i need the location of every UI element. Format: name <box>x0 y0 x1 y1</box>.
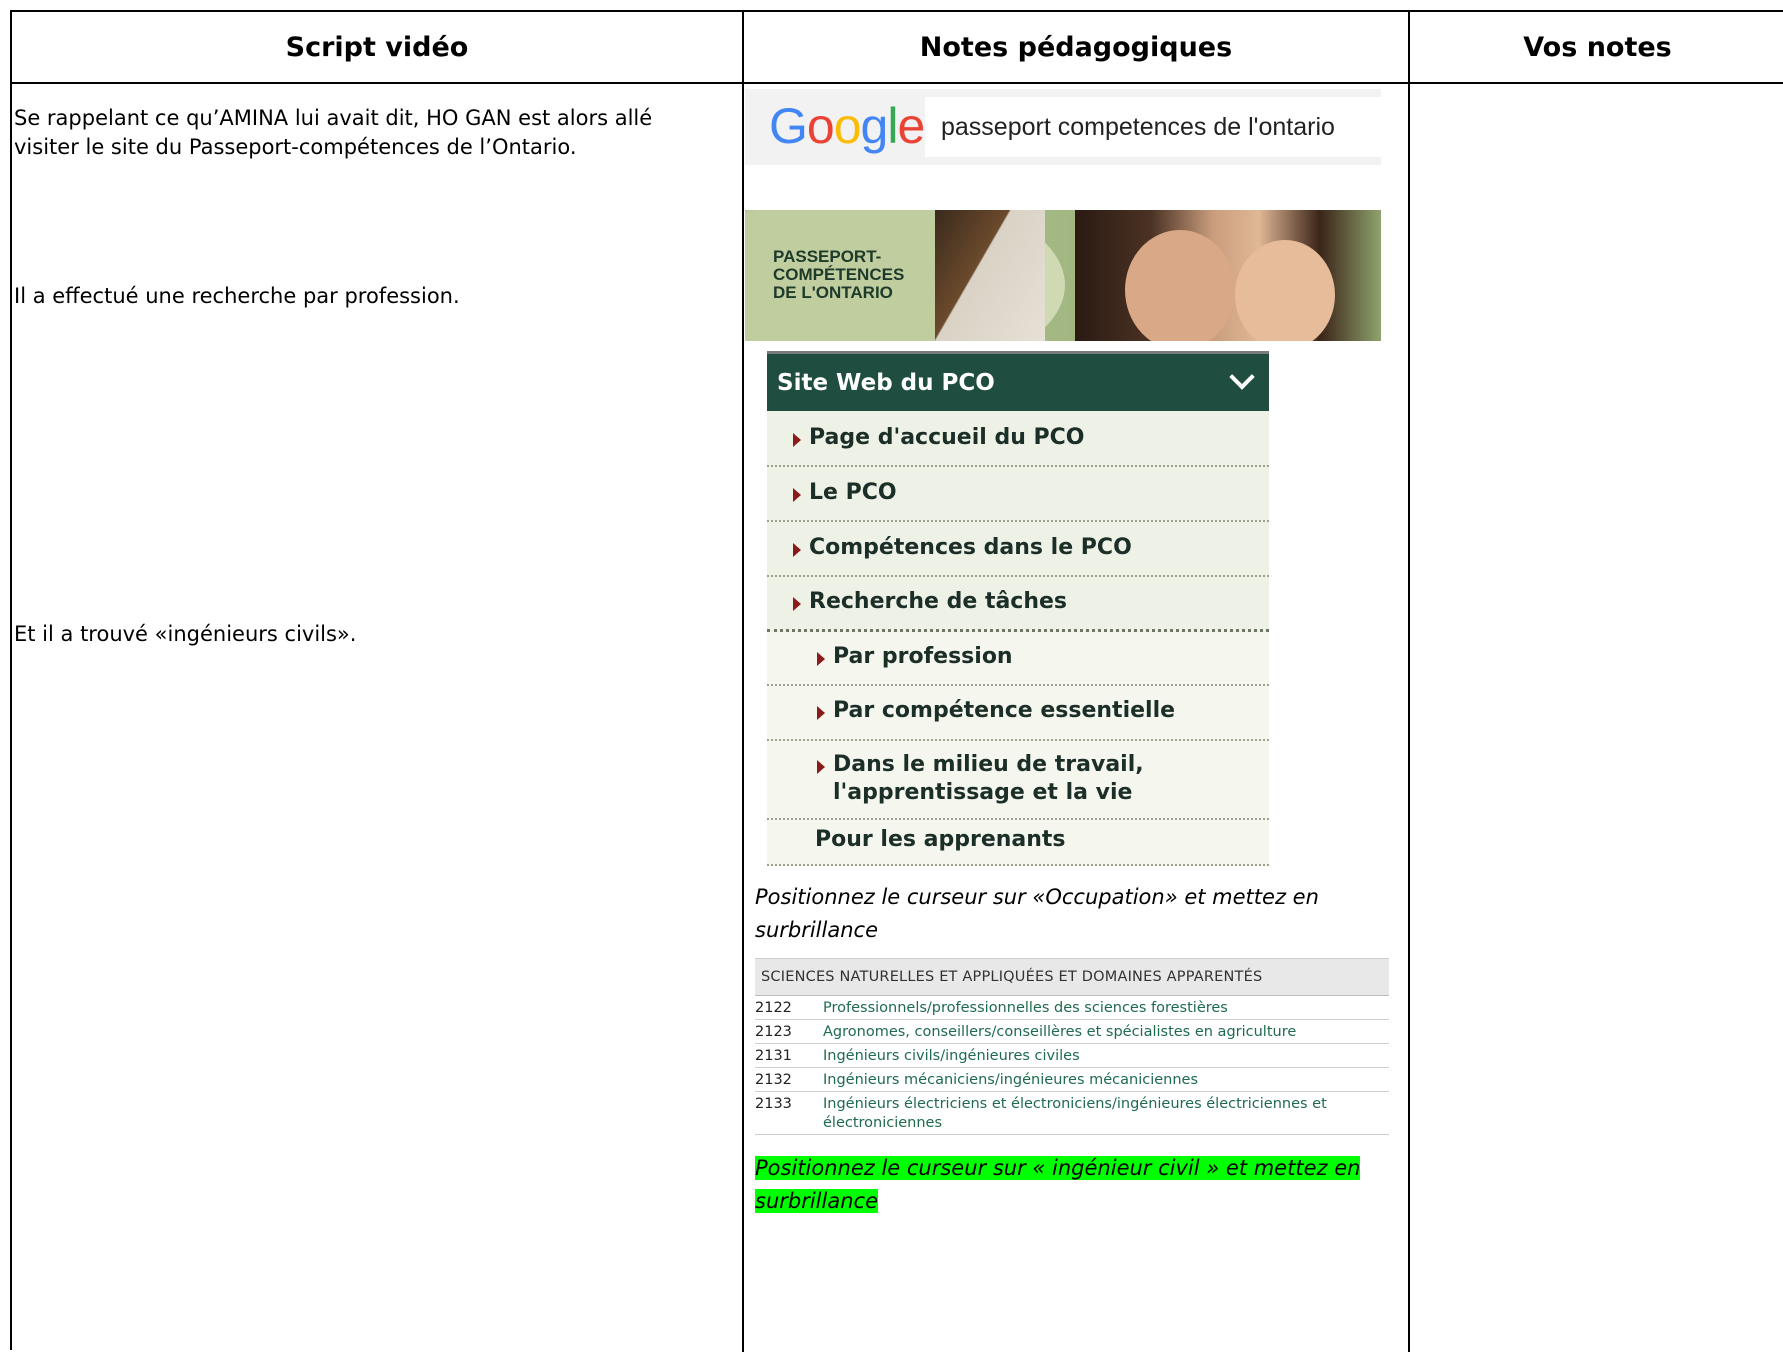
note-line: Positionnez le curseur sur « ingénieur c… <box>755 1156 1361 1180</box>
chevron-down-icon <box>1229 364 1255 390</box>
header-vos-notes: Vos notes <box>1523 31 1672 63</box>
script-line: Se rappelant ce qu’AMINA lui avait dit, … <box>14 106 653 130</box>
banner-line: COMPÉTENCES <box>773 265 905 284</box>
google-search-bar: Google passeport competences de l'ontari… <box>745 89 1381 165</box>
menu-item-par-profession[interactable]: Par profession <box>767 632 1269 686</box>
banner-line: PASSEPORT- <box>773 247 882 266</box>
script-line: visiter le site du Passeport-compétences… <box>14 135 577 159</box>
menu-item-apprenants[interactable]: Pour les apprenants <box>767 820 1269 866</box>
column-divider <box>1408 12 1410 1352</box>
script-paragraph-2: Il a effectué une recherche par professi… <box>14 284 460 308</box>
instruction-note-1: Positionnez le curseur sur «Occupation» … <box>755 881 1319 947</box>
menu-item-par-competence[interactable]: Par compétence essentielle <box>767 686 1269 741</box>
instruction-note-2-highlighted: Positionnez le curseur sur « ingénieur c… <box>755 1152 1395 1218</box>
arrow-right-icon <box>793 488 801 502</box>
script-paragraph-1: Se rappelant ce qu’AMINA lui avait dit, … <box>14 104 652 162</box>
arrow-right-icon <box>817 652 825 666</box>
occupation-link[interactable]: Ingénieurs mécaniciens/ingénieures mécan… <box>823 1071 1206 1090</box>
menu-item-milieu-travail[interactable]: Dans le milieu de travail, l'apprentissa… <box>767 741 1269 820</box>
pco-banner-image: PASSEPORT- COMPÉTENCES DE L'ONTARIO <box>745 210 1381 341</box>
occupation-code: 2132 <box>755 1072 792 1088</box>
occupation-code: 2123 <box>755 1024 792 1040</box>
pco-nav-menu: Site Web du PCO Page d'accueil du PCO Le… <box>767 351 1269 866</box>
arrow-right-icon <box>817 706 825 720</box>
occupation-link[interactable]: Professionnels/professionnelles des scie… <box>823 999 1236 1018</box>
occupation-code: 2133 <box>755 1096 792 1112</box>
column-divider <box>742 12 744 1352</box>
menu-item-competences[interactable]: Compétences dans le PCO <box>767 522 1269 577</box>
menu-header[interactable]: Site Web du PCO <box>767 354 1269 411</box>
arrow-right-icon <box>793 543 801 557</box>
header-notes-pedagogiques: Notes pédagogiques <box>919 31 1233 63</box>
menu-item-recherche-taches[interactable]: Recherche de tâches <box>767 577 1269 632</box>
note-line: surbrillance <box>755 918 878 942</box>
occupation-link[interactable]: Agronomes, conseillers/conseillères et s… <box>823 1023 1304 1042</box>
script-paragraph-3: Et il a trouvé «ingénieurs civils». <box>14 622 357 646</box>
occupation-link[interactable]: Ingénieurs civils/ingénieures civiles <box>823 1047 1088 1066</box>
note-line: Positionnez le curseur sur «Occupation» … <box>755 885 1319 909</box>
arrow-right-icon <box>793 597 801 611</box>
table-row[interactable]: 2131 Ingénieurs civils/ingénieures civil… <box>755 1044 1389 1068</box>
occupation-code: 2122 <box>755 1000 792 1016</box>
google-logo: Google <box>769 98 925 154</box>
note-line: surbrillance <box>755 1189 878 1213</box>
menu-title: Site Web du PCO <box>777 369 995 396</box>
table-row[interactable]: 2133 Ingénieurs électriciens et électron… <box>755 1092 1389 1135</box>
table-row[interactable]: 2123 Agronomes, conseillers/conseillères… <box>755 1020 1389 1044</box>
banner-line: DE L'ONTARIO <box>773 283 893 302</box>
google-search-input[interactable]: passeport competences de l'ontario <box>925 97 1381 157</box>
occupation-heading: SCIENCES NATURELLES ET APPLIQUÉES ET DOM… <box>755 958 1389 996</box>
occupation-table: SCIENCES NATURELLES ET APPLIQUÉES ET DOM… <box>755 958 1389 1135</box>
arrow-right-icon <box>817 760 825 774</box>
table-row[interactable]: 2132 Ingénieurs mécaniciens/ingénieures … <box>755 1068 1389 1092</box>
menu-item-accueil[interactable]: Page d'accueil du PCO <box>767 411 1269 467</box>
header-divider <box>12 82 1783 84</box>
arrow-right-icon <box>793 433 801 447</box>
header-script: Script vidéo <box>285 31 469 63</box>
table-row[interactable]: 2122 Professionnels/professionnelles des… <box>755 996 1389 1020</box>
occupation-code: 2131 <box>755 1048 792 1064</box>
menu-item-le-pco[interactable]: Le PCO <box>767 467 1269 522</box>
banner-title: PASSEPORT- COMPÉTENCES DE L'ONTARIO <box>773 248 904 302</box>
occupation-link[interactable]: Ingénieurs électriciens et électronicien… <box>823 1095 1389 1133</box>
